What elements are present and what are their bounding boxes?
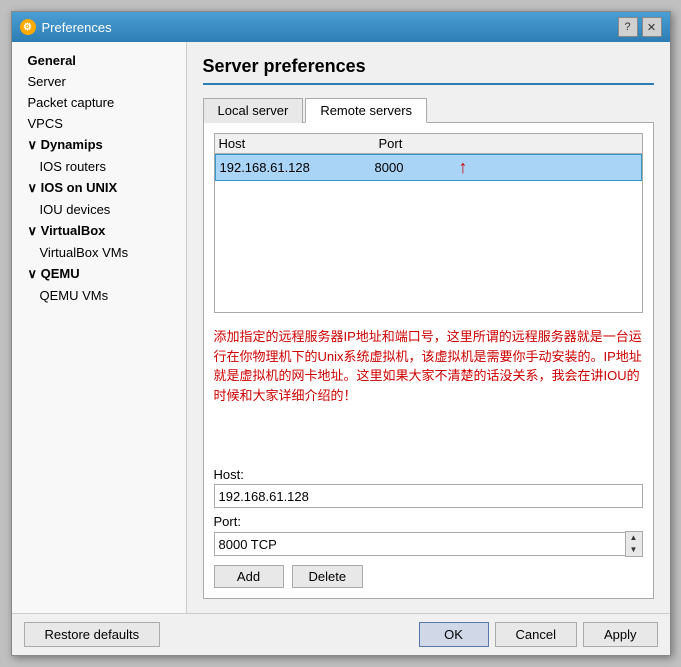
tab-local-server[interactable]: Local server bbox=[203, 98, 304, 123]
spinner-down[interactable]: ▼ bbox=[626, 544, 642, 556]
cancel-button[interactable]: Cancel bbox=[495, 622, 577, 647]
panel-title: Server preferences bbox=[203, 56, 654, 85]
footer: Restore defaults OK Cancel Apply bbox=[12, 613, 670, 655]
tabs: Local server Remote servers bbox=[203, 97, 654, 123]
sidebar-item-packet-capture[interactable]: Packet capture bbox=[12, 92, 186, 113]
action-buttons: Add Delete bbox=[214, 565, 643, 588]
sidebar-item-ios-routers[interactable]: IOS routers bbox=[12, 156, 186, 177]
sidebar-item-iou-devices[interactable]: IOU devices bbox=[12, 199, 186, 220]
close-button[interactable]: ✕ bbox=[642, 17, 662, 37]
sidebar-item-virtualbox-vms[interactable]: VirtualBox VMs bbox=[12, 242, 186, 263]
col-header-port: Port bbox=[379, 136, 459, 151]
title-bar-left: ⚙ Preferences bbox=[20, 19, 112, 35]
description-text: 添加指定的远程服务器IP地址和端口号，这里所谓的远程服务器就是一台运行在你物理机… bbox=[214, 321, 643, 459]
help-button[interactable]: ? bbox=[618, 17, 638, 37]
title-bar: ⚙ Preferences ? ✕ bbox=[12, 12, 670, 42]
col-header-host: Host bbox=[219, 136, 379, 151]
sidebar-item-vpcs[interactable]: VPCS bbox=[12, 113, 186, 134]
apply-button[interactable]: Apply bbox=[583, 622, 658, 647]
tab-remote-servers[interactable]: Remote servers bbox=[305, 98, 427, 123]
tab-content-remote-servers: Host Port 192.168.61.128 8000 ↑ 添加指定的远程服… bbox=[203, 123, 654, 599]
row-port: 8000 bbox=[375, 160, 455, 175]
app-icon: ⚙ bbox=[20, 19, 36, 35]
arrow-icon: ↑ bbox=[459, 157, 468, 178]
table-row[interactable]: 192.168.61.128 8000 ↑ bbox=[215, 154, 642, 181]
port-label: Port: bbox=[214, 514, 643, 529]
sidebar-item-qemu-vms[interactable]: QEMU VMs bbox=[12, 285, 186, 306]
sidebar-item-server[interactable]: Server bbox=[12, 71, 186, 92]
delete-button[interactable]: Delete bbox=[292, 565, 364, 588]
spinner-buttons: ▲ ▼ bbox=[625, 531, 643, 557]
title-buttons: ? ✕ bbox=[618, 17, 662, 37]
sidebar: General Server Packet capture VPCS ∨ Dyn… bbox=[12, 42, 187, 613]
content-area: General Server Packet capture VPCS ∨ Dyn… bbox=[12, 42, 670, 613]
sidebar-item-ios-on-unix[interactable]: ∨ IOS on UNIX bbox=[12, 177, 186, 199]
table-header: Host Port bbox=[215, 134, 642, 154]
sidebar-item-virtualbox[interactable]: ∨ VirtualBox bbox=[12, 220, 186, 242]
sidebar-item-qemu[interactable]: ∨ QEMU bbox=[12, 263, 186, 285]
port-input[interactable] bbox=[214, 532, 625, 556]
spinner-up[interactable]: ▲ bbox=[626, 532, 642, 544]
row-host: 192.168.61.128 bbox=[220, 160, 375, 175]
server-table: Host Port 192.168.61.128 8000 ↑ bbox=[214, 133, 643, 313]
main-panel: Server preferences Local server Remote s… bbox=[187, 42, 670, 613]
add-button[interactable]: Add bbox=[214, 565, 284, 588]
sidebar-item-general[interactable]: General bbox=[12, 50, 186, 71]
sidebar-item-dynamips[interactable]: ∨ Dynamips bbox=[12, 134, 186, 156]
host-input[interactable] bbox=[214, 484, 643, 508]
host-label: Host: bbox=[214, 467, 643, 482]
preferences-window: ⚙ Preferences ? ✕ General Server Packet … bbox=[11, 11, 671, 656]
window-title: Preferences bbox=[42, 20, 112, 35]
form-section: Host: Port: ▲ ▼ Add Delete bbox=[214, 467, 643, 588]
restore-defaults-button[interactable]: Restore defaults bbox=[24, 622, 161, 647]
ok-button[interactable]: OK bbox=[419, 622, 489, 647]
port-spinner: ▲ ▼ bbox=[214, 531, 643, 557]
